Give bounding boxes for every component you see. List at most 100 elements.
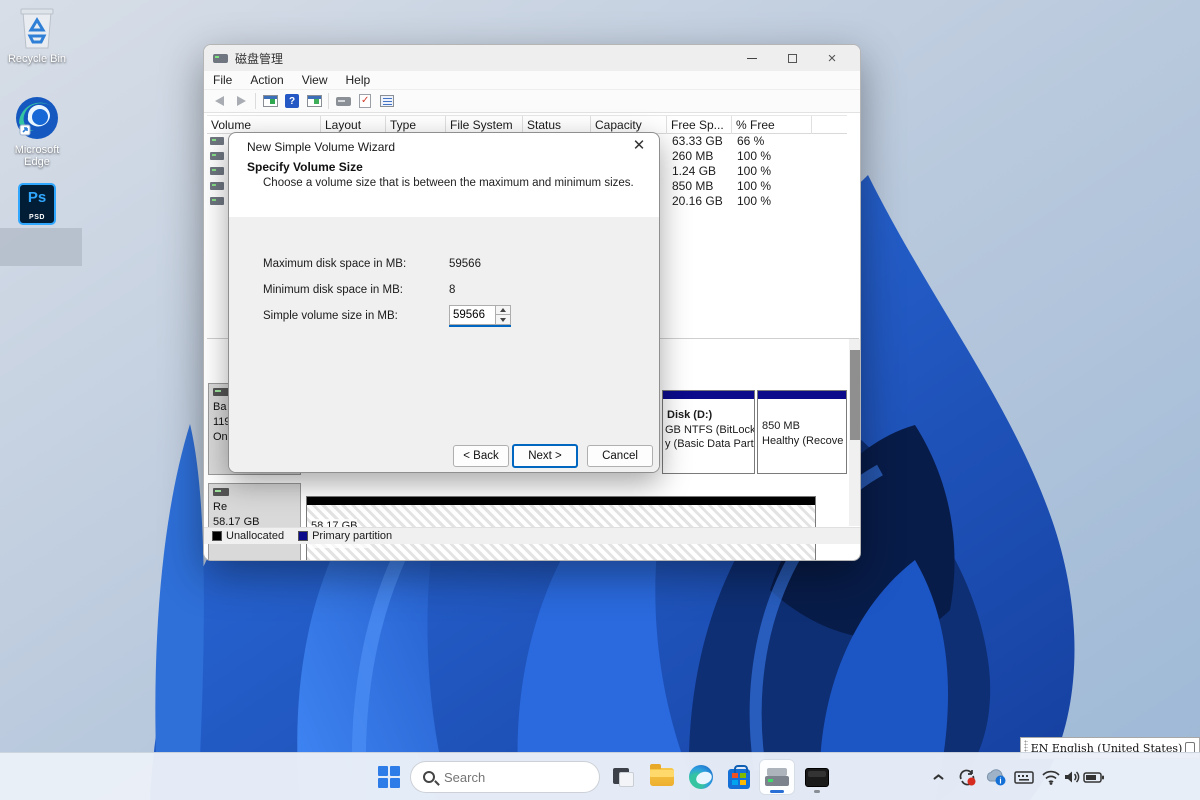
running-indicator [814, 790, 820, 793]
volume-icon[interactable] [1062, 767, 1082, 787]
disk-icon [213, 488, 229, 496]
disk1-info[interactable]: Re 58.17 GB Online [208, 483, 301, 561]
toolbar-separator [255, 93, 256, 109]
forward-button[interactable] [230, 91, 252, 111]
scrollbar-thumb[interactable] [850, 350, 860, 440]
recycle-bin-icon [17, 6, 57, 50]
volume-size-input[interactable] [449, 305, 495, 325]
psd-file-shortcut[interactable]: Ps PSD [0, 183, 74, 225]
menu-help[interactable]: Help [337, 73, 380, 87]
wizard-close-button[interactable]: ✕ [627, 136, 651, 156]
volume-size-label: Simple volume size in MB: [263, 310, 398, 322]
edge-icon [689, 765, 713, 789]
recycle-bin-shortcut[interactable]: Recycle Bin [0, 6, 74, 65]
min-space-label: Minimum disk space in MB: [263, 284, 403, 296]
primary-partition-swatch [298, 531, 308, 541]
column-empty [812, 116, 847, 135]
device-button[interactable] [332, 91, 354, 111]
onedrive-cloud-icon[interactable]: i [984, 767, 1008, 787]
close-icon: ✕ [633, 137, 646, 154]
wizard-subtitle: Choose a volume size that is between the… [263, 177, 634, 189]
chevron-down-icon [500, 318, 506, 322]
close-button[interactable]: × [812, 45, 852, 71]
properties-list-icon [380, 95, 394, 107]
recycle-bin-label: Recycle Bin [0, 53, 74, 65]
free-space-cell: 260 MB [672, 149, 713, 163]
next-button[interactable]: Next > [512, 444, 578, 468]
start-icon [378, 766, 400, 788]
unallocated-swatch [212, 531, 222, 541]
disk-management-taskbar-button[interactable] [760, 760, 794, 794]
tray-overflow-button[interactable] [924, 760, 952, 794]
console-tree-button[interactable] [259, 91, 281, 111]
legend-primary-label: Primary partition [312, 530, 392, 542]
min-space-value: 8 [449, 284, 455, 296]
wifi-icon[interactable] [1041, 767, 1061, 787]
cancel-button[interactable]: Cancel [587, 445, 653, 467]
back-icon [215, 96, 224, 106]
show-action-pane-icon [307, 95, 322, 107]
psd-file-icon: Ps PSD [18, 183, 56, 225]
volume-icon [210, 137, 224, 145]
column-pct-free[interactable]: % Free [732, 116, 812, 135]
search-icon [423, 771, 435, 783]
running-indicator [770, 790, 784, 793]
sync-alert-icon[interactable] [957, 767, 977, 787]
close-icon: × [828, 51, 837, 66]
scrollbar[interactable] [849, 339, 861, 526]
menu-file[interactable]: File [204, 73, 241, 87]
edge-button[interactable] [684, 760, 718, 794]
volume-icon [210, 182, 224, 190]
store-button[interactable] [722, 760, 756, 794]
wizard-heading: Specify Volume Size [247, 160, 363, 174]
pct-free-cell: 100 % [737, 179, 771, 193]
new-simple-volume-wizard: New Simple Volume Wizard ✕ Specify Volum… [228, 132, 660, 473]
minimize-button[interactable] [732, 45, 772, 71]
back-button[interactable] [208, 91, 230, 111]
task-view-button[interactable] [606, 760, 640, 794]
properties-button[interactable] [376, 91, 398, 111]
action-pane-button[interactable] [303, 91, 325, 111]
desktop: Recycle Bin Microsoft Edge Ps PSD 磁盘管理 × [0, 0, 1200, 800]
titlebar[interactable]: 磁盘管理 × [204, 45, 860, 71]
commit-check-icon [359, 94, 371, 108]
primary-partition-bar [663, 391, 754, 399]
search-box[interactable] [410, 761, 600, 793]
menu-view[interactable]: View [293, 73, 337, 87]
volume-icon [210, 197, 224, 205]
desktop-selection-box [0, 228, 82, 266]
column-free-space[interactable]: Free Sp... [667, 116, 732, 135]
battery-icon[interactable] [1083, 767, 1105, 787]
max-space-label: Maximum disk space in MB: [263, 258, 406, 270]
free-space-cell: 850 MB [672, 179, 713, 193]
edge-label: Microsoft Edge [7, 144, 67, 168]
disk-icon [213, 388, 229, 396]
commit-button[interactable] [354, 91, 376, 111]
pct-free-cell: 100 % [737, 164, 771, 178]
edge-icon [14, 95, 60, 141]
minimize-icon [747, 58, 757, 59]
spinner-down-button[interactable] [495, 315, 511, 325]
file-explorer-button[interactable] [645, 760, 679, 794]
partition-d[interactable]: Disk (D:) GB NTFS (BitLocker y (Basic Da… [662, 390, 755, 474]
start-button[interactable] [372, 760, 406, 794]
touch-keyboard-icon[interactable] [1014, 767, 1034, 787]
help-button[interactable]: ? [281, 91, 303, 111]
disk-management-icon [765, 768, 789, 786]
primary-partition-bar [758, 391, 846, 399]
back-button[interactable]: < Back [453, 445, 509, 467]
volume-size-spinner [449, 305, 511, 327]
edge-shortcut[interactable]: Microsoft Edge [0, 95, 74, 168]
volume-icon [210, 167, 224, 175]
legend: Unallocated Primary partition [204, 527, 860, 544]
pct-free-cell: 100 % [737, 149, 771, 163]
partition-recovery[interactable]: 850 MB Healthy (Recove [757, 390, 847, 474]
spinner-up-button[interactable] [495, 305, 511, 315]
search-input[interactable] [444, 770, 600, 785]
toolbar-separator [328, 93, 329, 109]
maximize-button[interactable] [772, 45, 812, 71]
menu-action[interactable]: Action [241, 73, 292, 87]
legend-unallocated-label: Unallocated [226, 530, 284, 542]
terminal-button[interactable] [800, 760, 834, 794]
toolbar: ? [204, 90, 860, 113]
